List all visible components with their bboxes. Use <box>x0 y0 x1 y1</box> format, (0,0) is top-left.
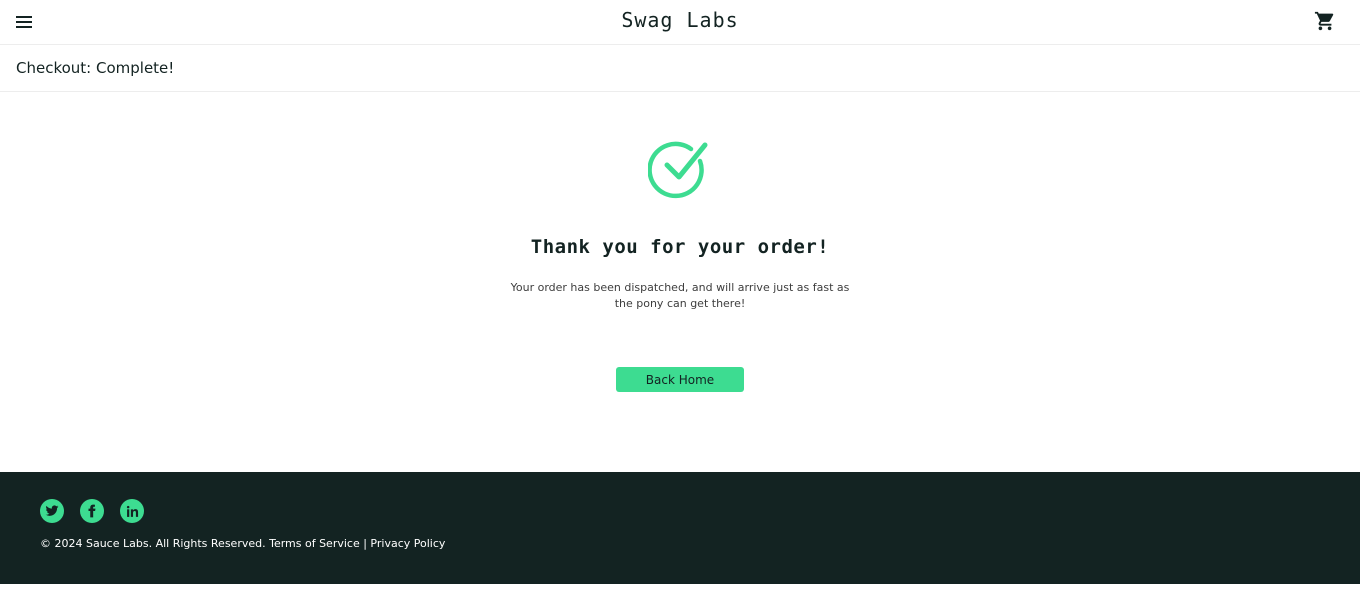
twitter-icon <box>45 505 59 516</box>
primary-header: Swag Labs <box>0 0 1360 45</box>
checkout-complete-page: Swag Labs Checkout: Complete! Thank you … <box>0 0 1360 589</box>
twitter-link[interactable] <box>40 499 64 523</box>
page-title: Checkout: Complete! <box>16 59 175 77</box>
complete-heading: Thank you for your order! <box>530 236 830 258</box>
back-home-button[interactable]: Back Home <box>616 367 744 392</box>
facebook-icon <box>88 504 96 518</box>
shopping-cart-link[interactable] <box>1314 10 1336 32</box>
secondary-header: Checkout: Complete! <box>0 46 1360 92</box>
linkedin-link[interactable] <box>120 499 144 523</box>
facebook-link[interactable] <box>80 499 104 523</box>
complete-message: Your order has been dispatched, and will… <box>510 281 850 310</box>
app-logo: Swag Labs <box>621 8 739 32</box>
footer-copyright: © 2024 Sauce Labs. All Rights Reserved. … <box>40 537 446 550</box>
footer: © 2024 Sauce Labs. All Rights Reserved. … <box>0 472 1360 584</box>
check-circle-icon <box>648 141 708 199</box>
linkedin-icon <box>126 505 138 517</box>
shopping-cart-icon <box>1314 11 1334 31</box>
